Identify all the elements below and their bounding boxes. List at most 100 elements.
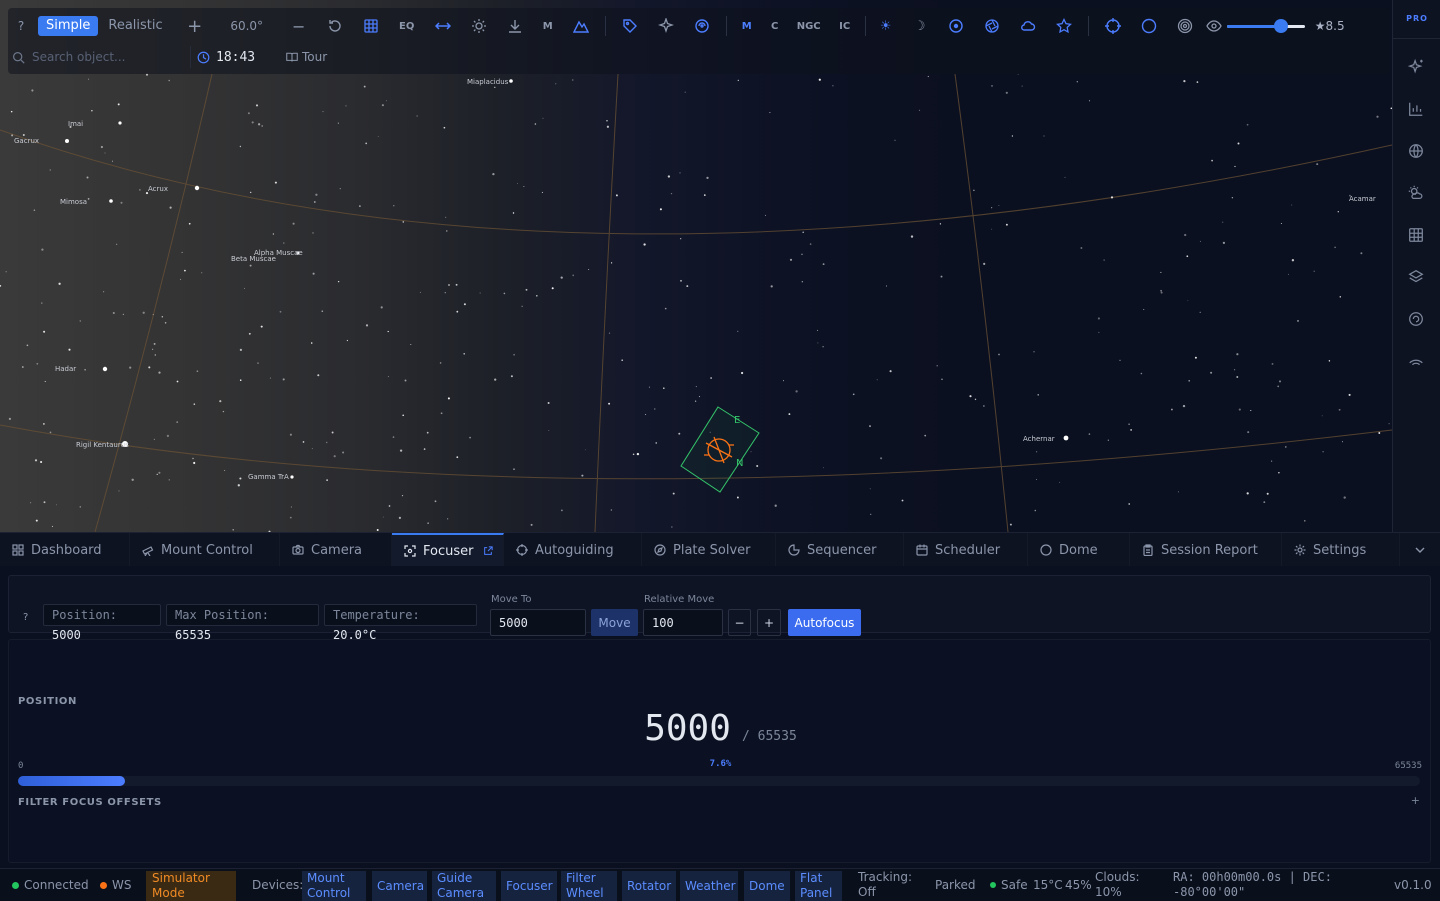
- slider-thumb[interactable]: [1274, 19, 1289, 33]
- messier-toggle-button[interactable]: M: [733, 13, 761, 39]
- caldwell-toggle-button[interactable]: C: [761, 13, 789, 39]
- sky-canvas[interactable]: Miaplacidus Imai Gacrux Acrux Mimosa Alp…: [0, 0, 1392, 532]
- time-readout: 18:43: [216, 49, 256, 65]
- device-flat-panel[interactable]: Flat Panel: [795, 871, 842, 901]
- star: [494, 86, 496, 88]
- camera-fov-frame[interactable]: E N: [680, 406, 760, 493]
- relative-move-minus-button[interactable]: −: [728, 609, 751, 636]
- magnitude-slider[interactable]: [1226, 13, 1307, 39]
- star-favorite-icon[interactable]: [1046, 13, 1082, 39]
- equatorial-grid-button[interactable]: EQ: [389, 13, 425, 39]
- device-camera[interactable]: Camera: [372, 871, 427, 901]
- popout-icon[interactable]: [483, 546, 494, 556]
- device-dome[interactable]: Dome: [744, 871, 790, 901]
- chart-icon[interactable]: [1407, 100, 1427, 120]
- star: [33, 209, 36, 211]
- constellation-icon[interactable]: [648, 13, 684, 39]
- layers-icon[interactable]: [1407, 268, 1427, 288]
- galaxy-icon[interactable]: [684, 13, 720, 39]
- focus-icon: [404, 545, 416, 557]
- star: [1110, 196, 1114, 199]
- tag-icon[interactable]: [612, 13, 648, 39]
- tab-focuser[interactable]: Focuser: [392, 533, 504, 567]
- relative-move-input[interactable]: [643, 609, 723, 636]
- device-guide-camera[interactable]: Guide Camera: [432, 871, 496, 901]
- sun-icon[interactable]: [461, 13, 497, 39]
- mountain-icon[interactable]: [563, 13, 599, 39]
- star: [1237, 142, 1240, 145]
- star: [1182, 404, 1186, 408]
- device-focuser[interactable]: Focuser: [501, 871, 557, 901]
- sun-small-icon[interactable]: ☀: [870, 13, 902, 39]
- aperture-icon[interactable]: [974, 13, 1010, 39]
- star: [1250, 409, 1252, 412]
- planet-icon[interactable]: [938, 13, 974, 39]
- sparkles-icon[interactable]: [1407, 58, 1427, 78]
- tab-label: Focuser: [423, 543, 474, 559]
- filter-offsets-section-title: FILTER FOCUS OFFSETS: [18, 797, 162, 808]
- tab-camera[interactable]: Camera: [280, 533, 392, 567]
- star: [1011, 135, 1014, 137]
- autofocus-button[interactable]: Autofocus: [788, 609, 861, 636]
- device-rotator[interactable]: Rotator: [622, 871, 676, 901]
- star: [269, 377, 271, 379]
- tab-sequencer[interactable]: Sequencer: [776, 533, 904, 567]
- object-search[interactable]: [12, 46, 184, 68]
- target-icon[interactable]: [1167, 13, 1203, 39]
- zoom-in-button[interactable]: +: [177, 13, 213, 39]
- star: [84, 369, 86, 371]
- move-button[interactable]: Move: [591, 609, 638, 636]
- tab-scheduler[interactable]: Scheduler: [904, 533, 1028, 567]
- compass-icon[interactable]: [1407, 310, 1427, 330]
- globe-icon[interactable]: [1407, 142, 1427, 162]
- star: [131, 478, 134, 481]
- grid-icon[interactable]: [353, 13, 389, 39]
- star: [423, 448, 426, 450]
- zoom-out-button[interactable]: −: [281, 13, 317, 39]
- tab-dashboard[interactable]: Dashboard: [0, 533, 130, 567]
- circle-icon[interactable]: [1131, 13, 1167, 39]
- table-icon[interactable]: [1407, 226, 1427, 246]
- star: [142, 311, 145, 314]
- star: [737, 330, 739, 332]
- focuser-help-button[interactable]: ?: [23, 612, 28, 623]
- star: [695, 386, 697, 388]
- sky-view[interactable]: Miaplacidus Imai Gacrux Acrux Mimosa Alp…: [0, 0, 1392, 532]
- tab-plate-solver[interactable]: Plate Solver: [642, 533, 776, 567]
- tab-mount-control[interactable]: Mount Control: [130, 533, 280, 567]
- reset-view-icon[interactable]: [317, 13, 353, 39]
- move-to-input[interactable]: [490, 609, 586, 636]
- relative-move-plus-button[interactable]: +: [757, 609, 781, 636]
- time-control[interactable]: 18:43: [190, 46, 255, 68]
- mode-simple-button[interactable]: Simple: [38, 16, 99, 36]
- tour-button[interactable]: Tour: [286, 46, 327, 68]
- ground-toggle-button[interactable]: M: [533, 13, 563, 39]
- device-weather[interactable]: Weather: [680, 871, 738, 901]
- tab-dome[interactable]: Dome: [1028, 533, 1130, 567]
- star: [750, 451, 752, 453]
- cloud-icon[interactable]: [1010, 13, 1046, 39]
- star: [43, 501, 46, 504]
- collapse-panel-button[interactable]: [1400, 533, 1440, 567]
- device-mount-control[interactable]: Mount Control: [302, 871, 366, 901]
- tab-autoguiding[interactable]: Autoguiding: [504, 533, 642, 567]
- device-filter-wheel[interactable]: Filter Wheel: [561, 871, 617, 901]
- star: [315, 193, 318, 196]
- tab-session-report[interactable]: Session Report: [1130, 533, 1282, 567]
- moon-icon[interactable]: ☽: [902, 13, 938, 39]
- weather-icon[interactable]: [1407, 184, 1427, 204]
- horizontal-arrows-icon[interactable]: [425, 13, 461, 39]
- signal-icon[interactable]: [1407, 352, 1427, 372]
- grid-line: [954, 73, 1009, 532]
- tab-settings[interactable]: Settings: [1282, 533, 1400, 567]
- star: [654, 408, 656, 410]
- crosshair-icon[interactable]: [1095, 13, 1131, 39]
- mode-realistic-button[interactable]: Realistic: [100, 16, 170, 36]
- ic-toggle-button[interactable]: IC: [829, 13, 861, 39]
- help-button[interactable]: ?: [8, 13, 34, 39]
- ngc-toggle-button[interactable]: NGC: [789, 13, 829, 39]
- download-icon[interactable]: [497, 13, 533, 39]
- search-input[interactable]: [30, 49, 174, 65]
- add-filter-offset-button[interactable]: +: [1411, 794, 1420, 807]
- simulator-mode-badge[interactable]: Simulator Mode: [146, 871, 236, 901]
